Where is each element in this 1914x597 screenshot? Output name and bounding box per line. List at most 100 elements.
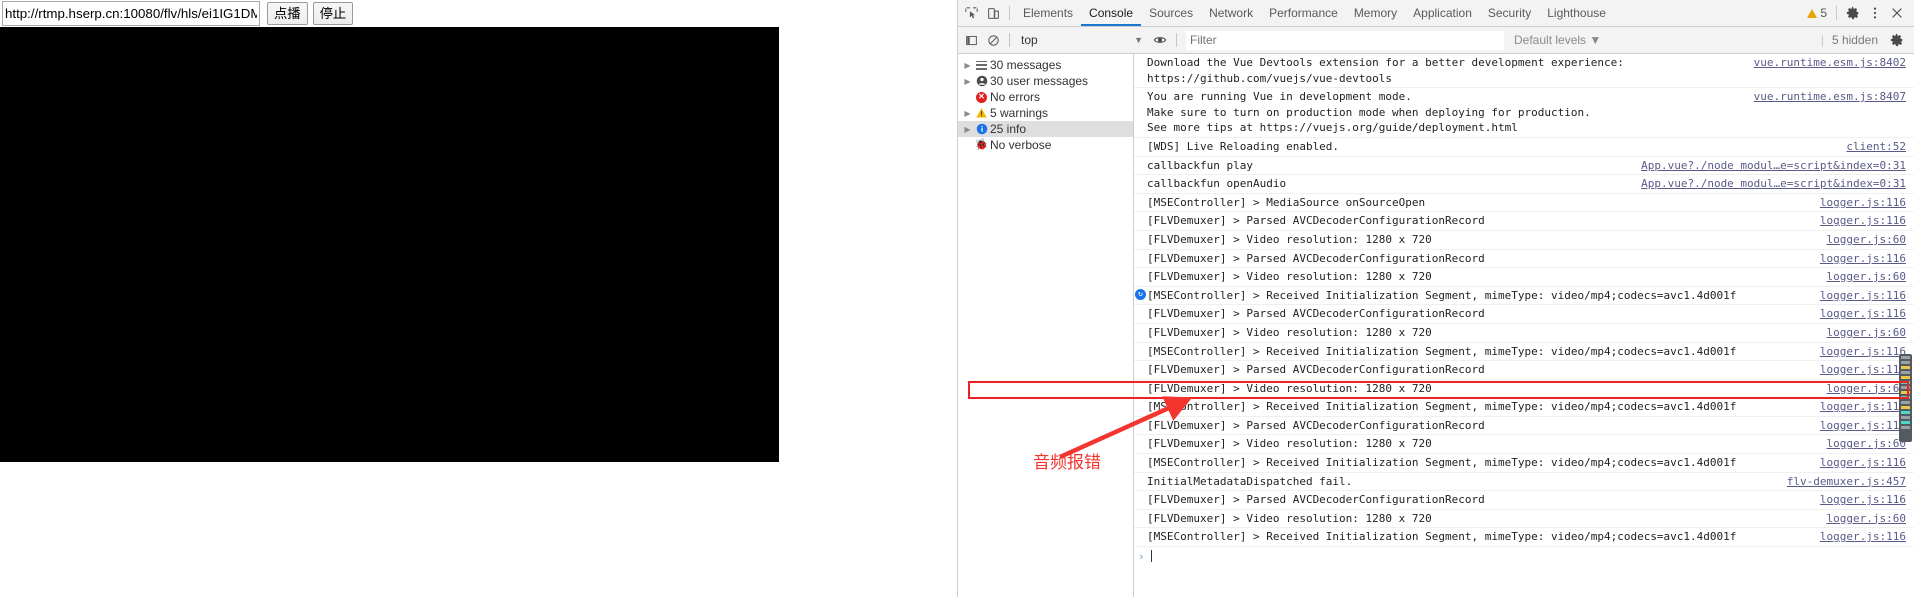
play-button[interactable]: 点播	[267, 2, 308, 25]
stream-url-input[interactable]	[2, 1, 260, 26]
hidden-messages-count[interactable]: 5 hidden	[1832, 33, 1878, 47]
console-message[interactable]: [FLVDemuxer] > Video resolution: 1280 x …	[1134, 380, 1914, 399]
tab-elements[interactable]: Elements	[1015, 0, 1081, 26]
message-gutter	[1134, 474, 1147, 475]
message-source-link[interactable]: logger.js:116	[1820, 455, 1914, 471]
filterbar-divider-1	[1009, 33, 1010, 47]
inspect-element-icon[interactable]	[960, 2, 982, 24]
message-source-link[interactable]: logger.js:60	[1827, 232, 1914, 248]
console-message[interactable]: [MSEController] > Received Initializatio…	[1134, 454, 1914, 473]
console-message[interactable]: [FLVDemuxer] > Video resolution: 1280 x …	[1134, 510, 1914, 529]
console-message-grouped[interactable]: ↻ [MSEController] > Received Initializat…	[1134, 287, 1914, 306]
console-message[interactable]: [MSEController] > Received Initializatio…	[1134, 398, 1914, 417]
console-message[interactable]: [FLVDemuxer] > Parsed AVCDecoderConfigur…	[1134, 250, 1914, 269]
console-message[interactable]: Download the Vue Devtools extension for …	[1134, 54, 1914, 89]
message-source-link[interactable]: logger.js:116	[1820, 492, 1914, 508]
message-text: [FLVDemuxer] > Video resolution: 1280 x …	[1147, 437, 1432, 451]
console-scrollbar[interactable]	[1899, 354, 1912, 442]
message-text: [MSEController] > Received Initializatio…	[1147, 344, 1737, 358]
message-source-link[interactable]: App.vue?./node modul…e=script&index=0:31	[1641, 158, 1914, 174]
message-gutter	[1134, 436, 1147, 437]
annotation-label: 音频报错	[1033, 453, 1101, 473]
message-source-link[interactable]: flv-demuxer.js:457	[1787, 474, 1914, 490]
device-toolbar-icon[interactable]	[982, 2, 1004, 24]
message-text: [FLVDemuxer] > Parsed AVCDecoderConfigur…	[1147, 363, 1485, 377]
tab-memory[interactable]: Memory	[1346, 0, 1405, 26]
message-source-link[interactable]: client:52	[1846, 139, 1914, 155]
tab-performance[interactable]: Performance	[1261, 0, 1346, 26]
log-levels-select[interactable]: Default levels ▼	[1514, 33, 1601, 47]
more-options-icon[interactable]	[1864, 2, 1886, 24]
console-filter-bar: top ▼ Default levels ▼ | 5 hidden	[958, 27, 1914, 54]
console-message-highlighted[interactable]: InitialMetadataDispatched fail. flv-demu…	[1134, 473, 1914, 492]
tab-sources[interactable]: Sources	[1141, 0, 1201, 26]
sidebar-item-label: 25 info	[990, 122, 1027, 136]
sidebar-item-user-messages[interactable]: ▶ 30 user messages	[958, 73, 1133, 89]
console-message[interactable]: [FLVDemuxer] > Video resolution: 1280 x …	[1134, 324, 1914, 343]
console-message[interactable]: [MSEController] > Received Initializatio…	[1134, 528, 1914, 548]
tab-security[interactable]: Security	[1480, 0, 1539, 26]
message-source-link[interactable]: logger.js:116	[1820, 213, 1914, 229]
message-source-link[interactable]: logger.js:116	[1820, 288, 1914, 304]
message-text: [FLVDemuxer] > Video resolution: 1280 x …	[1147, 232, 1432, 246]
console-message[interactable]: [FLVDemuxer] > Video resolution: 1280 x …	[1134, 268, 1914, 287]
message-source-link[interactable]: logger.js:116	[1820, 529, 1914, 545]
warning-count-value: 5	[1820, 6, 1827, 20]
message-source-link[interactable]: logger.js:60	[1827, 325, 1914, 341]
tab-network[interactable]: Network	[1201, 0, 1261, 26]
user-icon	[973, 75, 990, 87]
expand-arrow-icon[interactable]: ▶	[962, 125, 973, 134]
sidebar-item-errors[interactable]: ✕ No errors	[958, 89, 1133, 105]
console-message-list[interactable]: Download the Vue Devtools extension for …	[1134, 54, 1914, 597]
toggle-console-sidebar-icon[interactable]	[960, 29, 982, 51]
message-source-link[interactable]: logger.js:116	[1820, 251, 1914, 267]
repeat-count-icon: ↻	[1135, 288, 1146, 300]
console-prompt[interactable]: ›	[1134, 547, 1914, 565]
message-text: [MSEController] > Received Initializatio…	[1147, 400, 1737, 414]
tab-console[interactable]: Console	[1081, 0, 1141, 26]
sidebar-item-warnings[interactable]: ▶ 5 warnings	[958, 105, 1133, 121]
console-message[interactable]: [WDS] Live Reloading enabled. client:52	[1134, 138, 1914, 157]
message-source-link[interactable]: logger.js:60	[1827, 269, 1914, 285]
sidebar-item-messages[interactable]: ▶ 30 messages	[958, 57, 1133, 73]
console-message[interactable]: [FLVDemuxer] > Parsed AVCDecoderConfigur…	[1134, 361, 1914, 380]
console-message[interactable]: [FLVDemuxer] > Parsed AVCDecoderConfigur…	[1134, 305, 1914, 324]
sidebar-item-label: No verbose	[990, 138, 1052, 152]
message-source-link[interactable]: vue.runtime.esm.js:8402	[1754, 55, 1914, 71]
message-source-link[interactable]: logger.js:116	[1820, 306, 1914, 322]
sidebar-item-info[interactable]: ▶ 25 info	[958, 121, 1133, 137]
console-message[interactable]: [FLVDemuxer] > Parsed AVCDecoderConfigur…	[1134, 212, 1914, 231]
sidebar-item-verbose[interactable]: 🐞 No verbose	[958, 137, 1133, 153]
expand-arrow-icon[interactable]: ▶	[962, 109, 973, 118]
console-message[interactable]: callbackfun play App.vue?./node modul…e=…	[1134, 157, 1914, 176]
console-message[interactable]: callbackfun openAudio App.vue?./node mod…	[1134, 175, 1914, 194]
clear-console-icon[interactable]	[982, 29, 1004, 51]
devtools-panel: Elements Console Sources Network Perform…	[957, 0, 1914, 597]
execution-context-select[interactable]: top ▼	[1015, 30, 1149, 50]
console-message[interactable]: [FLVDemuxer] > Video resolution: 1280 x …	[1134, 231, 1914, 250]
message-text: [MSEController] > MediaSource onSourceOp…	[1147, 195, 1426, 209]
console-message[interactable]: [FLVDemuxer] > Video resolution: 1280 x …	[1134, 435, 1914, 455]
console-message[interactable]: [FLVDemuxer] > Parsed AVCDecoderConfigur…	[1134, 491, 1914, 510]
console-message[interactable]: [FLVDemuxer] > Parsed AVCDecoderConfigur…	[1134, 417, 1914, 436]
console-sidebar: ▶ 30 messages ▶ 30 user messages ✕ No er…	[958, 54, 1134, 597]
console-message[interactable]: [MSEController] > MediaSource onSourceOp…	[1134, 194, 1914, 213]
message-source-link[interactable]: vue.runtime.esm.js:8407	[1754, 89, 1914, 105]
stop-button[interactable]: 停止	[312, 2, 354, 25]
close-devtools-icon[interactable]	[1886, 2, 1908, 24]
console-message[interactable]: [MSEController] > Received Initializatio…	[1134, 343, 1914, 362]
expand-arrow-icon[interactable]: ▶	[962, 77, 973, 86]
tab-application[interactable]: Application	[1405, 0, 1480, 26]
warning-count-badge[interactable]: 5	[1807, 6, 1827, 20]
live-expression-eye-icon[interactable]	[1149, 29, 1171, 51]
tab-lighthouse[interactable]: Lighthouse	[1539, 0, 1614, 26]
console-settings-gear-icon[interactable]	[1886, 29, 1908, 51]
console-message[interactable]: You are running Vue in development mode.…	[1134, 88, 1914, 138]
expand-arrow-icon[interactable]: ▶	[962, 61, 973, 70]
message-source-link[interactable]: logger.js:60	[1827, 511, 1914, 527]
settings-gear-icon[interactable]	[1842, 2, 1864, 24]
video-player[interactable]	[0, 27, 779, 462]
message-source-link[interactable]: logger.js:116	[1820, 195, 1914, 211]
console-filter-input[interactable]	[1186, 30, 1504, 50]
message-source-link[interactable]: App.vue?./node modul…e=script&index=0:31	[1641, 176, 1914, 192]
